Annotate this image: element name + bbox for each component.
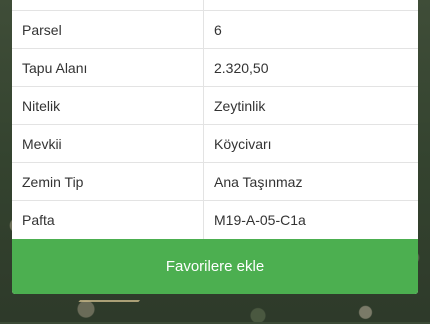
- column-divider: [203, 125, 204, 163]
- row-value: Zeytinlik: [214, 98, 266, 114]
- column-divider: [203, 11, 204, 49]
- row-label: Nitelik: [22, 98, 61, 114]
- column-divider: [203, 49, 204, 87]
- row-label: Parsel: [22, 22, 62, 38]
- table-row-nitelik: Nitelik Zeytinlik: [12, 86, 418, 125]
- row-label: Pafta: [22, 212, 55, 228]
- table-row-tapu-alani: Tapu Alanı 2.320,50: [12, 48, 418, 87]
- column-divider: [203, 201, 204, 239]
- row-value: M19-A-05-C1a: [214, 212, 306, 228]
- column-divider: [203, 163, 204, 201]
- row-value: 2.320,50: [214, 60, 269, 76]
- table-row-parsel: Parsel 6: [12, 10, 418, 49]
- row-label: Zemin Tip: [22, 174, 84, 190]
- row-label: Tapu Alanı: [22, 60, 88, 76]
- table-row-mevkii: Mevkii Köycivarı: [12, 124, 418, 163]
- row-label: Mevkii: [22, 136, 62, 152]
- table-row: [12, 0, 418, 11]
- column-divider: [203, 87, 204, 125]
- row-value: Ana Taşınmaz: [214, 174, 303, 190]
- add-to-favorites-button[interactable]: Favorilere ekle: [12, 239, 418, 294]
- row-value: 6: [214, 22, 222, 38]
- table-row-zemin-tip: Zemin Tip Ana Taşınmaz: [12, 162, 418, 201]
- table-row-pafta: Pafta M19-A-05-C1a: [12, 200, 418, 239]
- row-value: Köycivarı: [214, 136, 272, 152]
- parcel-info-panel: Parsel 6 Tapu Alanı 2.320,50 Nitelik Zey…: [12, 0, 418, 294]
